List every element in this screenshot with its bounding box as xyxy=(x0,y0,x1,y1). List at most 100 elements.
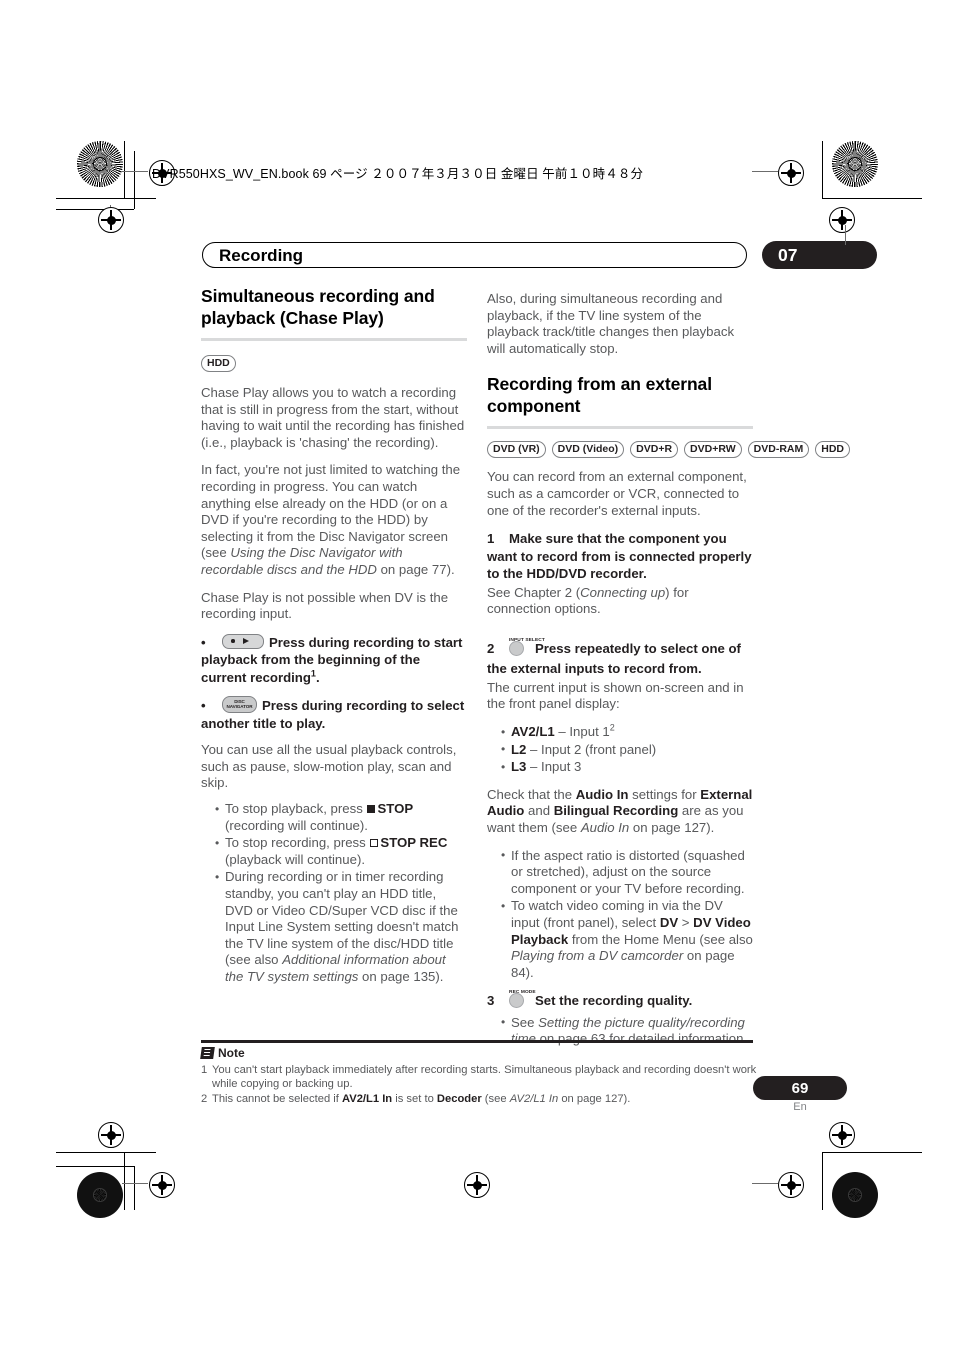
audio-in-check-paragraph: Check that the Audio In settings for Ext… xyxy=(487,787,753,837)
media-badge-hdd: HDD xyxy=(201,355,236,372)
bullet2-bold: STOP REC xyxy=(380,835,448,851)
list-item: To stop recording, press STOP REC (playb… xyxy=(215,835,467,868)
bullet-dot: • xyxy=(201,634,206,650)
registration-mark-top-right xyxy=(778,160,804,186)
check-part-2: settings for xyxy=(628,786,701,802)
footnote-2-part-3: (see xyxy=(481,1093,510,1105)
registration-mark-bottom-center xyxy=(464,1172,490,1198)
registration-starburst-bottom-right xyxy=(832,1172,878,1218)
right-column: Also, during simultaneous recording and … xyxy=(487,285,850,1059)
registration-starburst-top-left xyxy=(77,141,123,187)
footnote-2: 2 This cannot be selected if AV2/L1 In i… xyxy=(201,1092,759,1106)
media-badge-hdd: HDD xyxy=(815,441,850,459)
section-divider xyxy=(201,338,467,341)
rec-mode-knob-wrap: REC MODE xyxy=(509,990,536,1013)
page-language-label: En xyxy=(793,1101,807,1113)
right-lead-paragraph: You can record from an external componen… xyxy=(487,469,747,518)
list-item: To watch video coming in via the DV inpu… xyxy=(501,898,753,981)
list-item: During recording or in timer recording s… xyxy=(215,869,467,985)
footnote-list: 1 You can't start playback immediately a… xyxy=(201,1063,759,1107)
registration-mark-arm xyxy=(752,1183,778,1184)
section-divider xyxy=(487,426,753,430)
check-part-3: and xyxy=(524,803,554,819)
bullet2-post: (playback will continue). xyxy=(225,851,365,867)
step-1-body-pre: See Chapter 2 ( xyxy=(487,584,581,600)
registration-mark-bottom-left xyxy=(149,1172,175,1198)
list-item: L2 – Input 2 (front panel) xyxy=(501,741,753,759)
footnote-2-part-2: is set to xyxy=(392,1093,437,1105)
footnote-1-text: You can't start playback immediately aft… xyxy=(212,1064,757,1090)
media-badge-row: DVD (VR) DVD (Video) DVD+R DVD+RW DVD-RA… xyxy=(487,441,850,459)
registration-mark-arm xyxy=(752,171,778,172)
footnote-1-number: 1 xyxy=(201,1064,208,1076)
footnote-1: 1 You can't start playback immediately a… xyxy=(201,1063,759,1091)
crop-mark-line xyxy=(56,198,156,200)
left-column: Simultaneous recording and playback (Cha… xyxy=(201,285,467,997)
footnote-marker-2: 2 xyxy=(609,722,615,733)
check-bold-audio-in: Audio In xyxy=(575,786,629,802)
chase-play-button-icon xyxy=(222,633,264,649)
crop-mark-line xyxy=(822,1152,922,1154)
list-item: AV2/L1 – Input 12 xyxy=(501,722,753,741)
left-paragraph-1: Chase Play allows you to watch a recordi… xyxy=(201,385,465,450)
left-bullet-list: To stop playback, press STOP (recording … xyxy=(201,800,467,986)
input-options-list: AV2/L1 – Input 12 L2 – Input 2 (front pa… xyxy=(487,722,753,776)
list-item: If the aspect ratio is distorted (squash… xyxy=(501,847,753,898)
left-para2-italic: Using the Disc Navigator with recordable… xyxy=(201,545,403,577)
list-item: L3 – Input 3 xyxy=(501,759,753,776)
disc-navigator-icon-line2: NAVIGATOR xyxy=(226,704,253,710)
left-section-title: Simultaneous recording and playback (Cha… xyxy=(201,286,435,328)
media-badge-dvd-vr: DVD (VR) xyxy=(487,441,546,459)
chapter-tick-mark xyxy=(845,225,847,245)
bullet1-post: (recording will continue). xyxy=(225,817,368,833)
bullet2-pre: To stop recording, press xyxy=(225,835,370,851)
footnote-2-part-1: This cannot be selected if xyxy=(212,1093,342,1105)
keypress-chase-play-trailing: . xyxy=(315,669,320,685)
media-badge-dvd-plus-r: DVD+R xyxy=(630,441,679,459)
input-option-2-bold: L3 xyxy=(511,759,527,775)
left-para2-text-2: on page 77). xyxy=(376,561,455,577)
rec-mode-knob-label: REC MODE xyxy=(509,990,536,996)
registration-starburst-top-right xyxy=(832,141,878,187)
bullet-dot: • xyxy=(201,698,206,714)
chapter-title-bar: Recording xyxy=(202,242,747,268)
note-pencil-icon xyxy=(200,1047,215,1059)
crop-mark-line xyxy=(134,1166,136,1210)
crop-mark-line xyxy=(822,1152,824,1210)
input-option-1-rest: – Input 2 (front panel) xyxy=(526,741,657,757)
step-1-number: 1 xyxy=(487,531,495,547)
dv-bullet-bold-dv: DV xyxy=(659,914,679,930)
input-option-0-rest: – Input 1 xyxy=(554,724,610,740)
media-badge-dvd-plus-rw: DVD+RW xyxy=(684,441,742,459)
step-1-body-italic: Connecting up xyxy=(580,584,666,600)
input-option-1-bold: L2 xyxy=(511,741,527,757)
crop-mark-line xyxy=(56,1166,134,1168)
chapter-number-badge: 07 xyxy=(762,241,877,269)
step-2-body: The current input is shown on-screen and… xyxy=(487,679,744,712)
step-3: 3 REC MODE Set the recording quality. xyxy=(487,990,753,1013)
list-item: To stop playback, press STOP (recording … xyxy=(215,800,467,834)
registration-mark-left-upper xyxy=(98,207,124,233)
registration-mark-bottom-right xyxy=(778,1172,804,1198)
check-part-1: Check that the xyxy=(487,786,576,802)
media-badge-dvd-ram: DVD-RAM xyxy=(747,441,810,459)
right-intro-paragraph: Also, during simultaneous recording and … xyxy=(487,291,735,356)
print-slug-line: DVR550HXS_WV_EN.book 69 ページ ２００７年３月３０日 金… xyxy=(152,167,644,181)
footnote-2-part-4: on page 127). xyxy=(558,1093,631,1105)
bullet1-pre: To stop playback, press xyxy=(225,801,367,816)
page-number-badge: 69 xyxy=(753,1076,847,1100)
registration-mark-right-lower xyxy=(829,1122,855,1148)
left-paragraph-4: You can use all the usual playback contr… xyxy=(201,742,457,791)
registration-mark-left-lower xyxy=(98,1122,124,1148)
stop-rec-square-icon xyxy=(370,839,379,848)
step3-bullet-pre: See xyxy=(511,1014,539,1030)
crop-mark-line xyxy=(56,209,134,211)
footnote-2-italic: AV2/L1 In xyxy=(509,1093,559,1105)
crop-mark-line xyxy=(822,198,922,200)
registration-mark-right-upper xyxy=(829,207,855,233)
step3-bullet-post: on page 63 for detailed information. xyxy=(535,1031,748,1047)
dv-bullet-part-2: > xyxy=(678,914,694,930)
crop-mark-line xyxy=(134,151,136,209)
input-select-knob-wrap: INPUT SELECT xyxy=(509,638,545,661)
footnote-2-text: This cannot be selected if AV2/L1 In is … xyxy=(212,1092,759,1106)
